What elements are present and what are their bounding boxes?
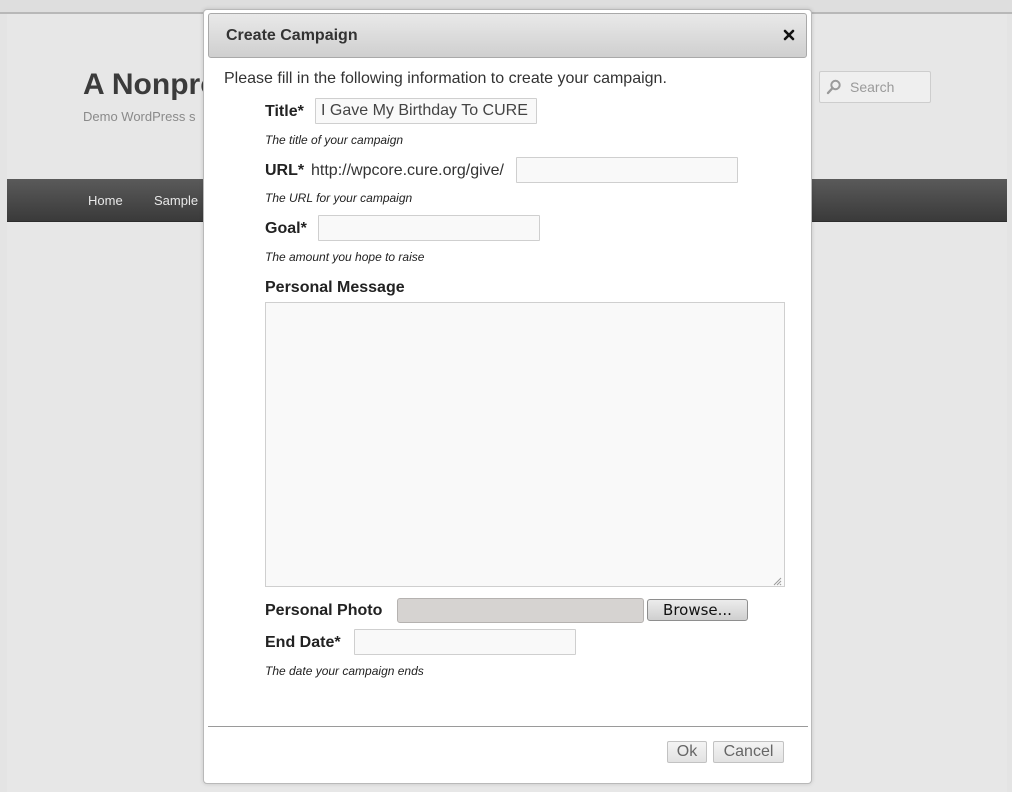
search-input[interactable]: Search (819, 71, 931, 103)
personal-message-textarea[interactable] (265, 302, 785, 587)
title-label: Title* (265, 103, 304, 120)
ok-button[interactable]: Ok (667, 741, 707, 763)
url-slug-input[interactable] (516, 157, 738, 183)
dialog-intro: Please fill in the following information… (224, 70, 667, 87)
search-icon (826, 79, 841, 95)
search-placeholder: Search (850, 79, 895, 95)
dialog-titlebar[interactable]: Create Campaign (208, 13, 807, 58)
footer-divider (208, 726, 808, 727)
goal-input[interactable] (318, 215, 540, 241)
photo-file-field[interactable] (397, 598, 644, 623)
url-label: URL* (265, 162, 305, 179)
title-hint: The title of your campaign (265, 133, 404, 147)
create-campaign-dialog: Create Campaign Please fill in the follo… (203, 9, 812, 784)
goal-hint: The amount you hope to raise (265, 250, 425, 264)
message-label: Personal Message (265, 279, 405, 296)
title-input[interactable] (315, 98, 537, 124)
resize-grip-icon[interactable] (772, 576, 782, 586)
url-prefix: http://wpcore.cure.org/give/ (311, 162, 504, 179)
nav-item-home[interactable]: Home (88, 193, 123, 208)
goal-label: Goal* (265, 220, 307, 237)
nav-item-sample[interactable]: Sample (154, 193, 198, 208)
end-date-hint: The date your campaign ends (265, 664, 424, 678)
cancel-button[interactable]: Cancel (713, 741, 784, 763)
close-icon[interactable] (782, 28, 796, 42)
site-title[interactable]: A Nonpro (83, 68, 219, 102)
photo-label: Personal Photo (265, 602, 383, 619)
dialog-title: Create Campaign (226, 27, 358, 44)
url-hint: The URL for your campaign (265, 191, 413, 205)
end-date-label: End Date* (265, 634, 341, 651)
site-description: Demo WordPress s (83, 109, 196, 124)
end-date-input[interactable] (354, 629, 576, 655)
browse-button[interactable]: Browse... (647, 599, 748, 621)
